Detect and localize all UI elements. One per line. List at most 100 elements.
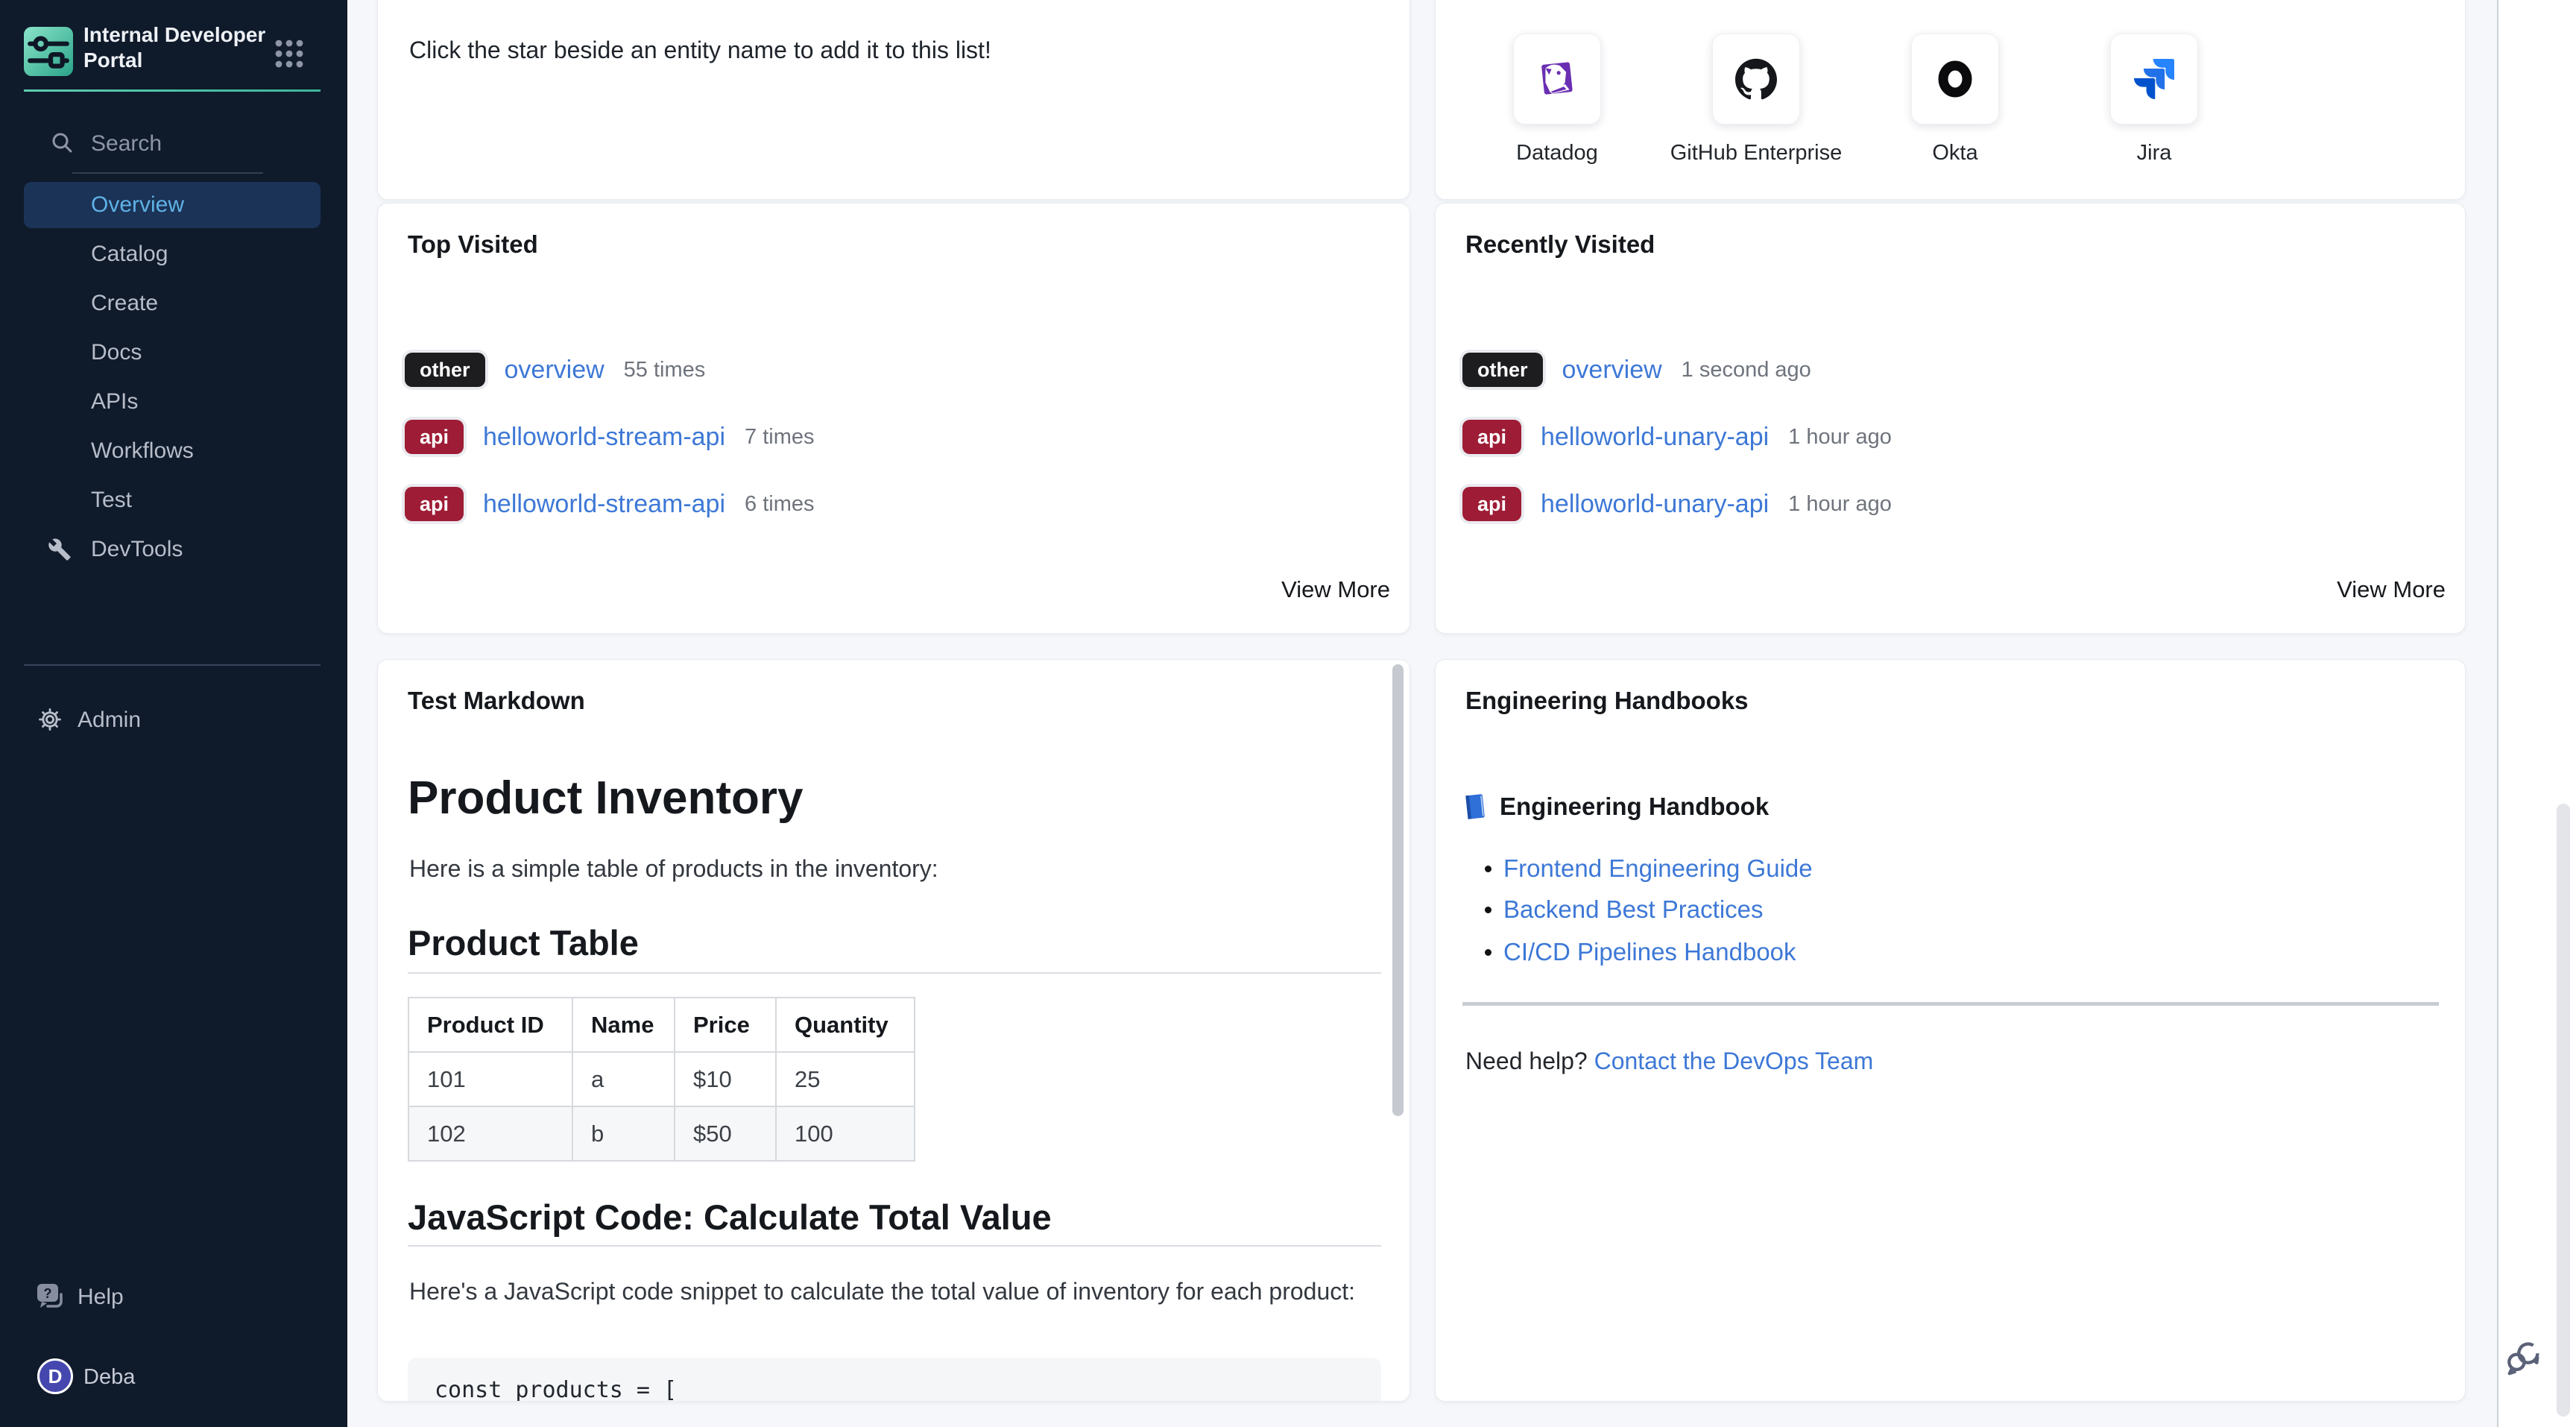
engineering-handbooks-card: Engineering Handbooks Engineering Handbo…: [1435, 659, 2466, 1402]
page-scrollbar[interactable]: [2557, 804, 2570, 1417]
sidebar-item-label: Docs: [91, 340, 142, 365]
sidebar-item-devtools[interactable]: DevTools: [24, 526, 321, 573]
table-cell: b: [572, 1106, 675, 1161]
starred-entities-card: Click the star beside an entity name to …: [377, 0, 1410, 200]
sidebar-item-admin[interactable]: Admin: [24, 696, 321, 745]
visited-row: other overview 1 second ago: [1462, 351, 1811, 388]
jira-icon: [2134, 59, 2174, 99]
card-title: Recently Visited: [1465, 230, 1655, 259]
sidebar-item-workflows[interactable]: Workflows: [24, 428, 321, 474]
table-header: Quantity: [776, 998, 915, 1052]
entity-link[interactable]: overview: [505, 356, 604, 385]
table-row: 101 a $10 25: [408, 1052, 915, 1106]
table-cell: 101: [408, 1052, 572, 1106]
visit-time: 1 second ago: [1682, 358, 1811, 382]
top-visited-card: Top Visited other overview 55 times api …: [377, 203, 1410, 634]
integration-label: GitHub Enterprise: [1652, 141, 1860, 166]
visited-row: api helloworld-stream-api 7 times: [405, 418, 815, 456]
handbook-link[interactable]: Frontend Engineering Guide: [1503, 854, 1813, 883]
sidebar-item-create[interactable]: Create: [24, 280, 321, 327]
card-title: Top Visited: [408, 230, 538, 259]
divider: [408, 972, 1381, 974]
sidebar-item-apis[interactable]: APIs: [24, 379, 321, 425]
table-header: Price: [675, 998, 776, 1052]
divider: [24, 664, 321, 666]
entity-link[interactable]: helloworld-stream-api: [483, 490, 725, 519]
code-text: const products = [: [408, 1358, 1381, 1402]
entity-link[interactable]: helloworld-stream-api: [483, 423, 725, 452]
visit-time: 1 hour ago: [1788, 425, 1892, 450]
entity-link[interactable]: helloworld-unary-api: [1541, 490, 1769, 519]
visited-row: other overview 55 times: [405, 351, 705, 388]
integration-tile-okta[interactable]: [1911, 34, 1999, 125]
sidebar-item-help[interactable]: ? Help: [24, 1273, 321, 1321]
visit-count: 7 times: [745, 425, 814, 450]
recently-visited-card: Recently Visited other overview 1 second…: [1435, 203, 2466, 634]
sidebar-item-label: Test: [91, 488, 132, 513]
sidebar-item-catalog[interactable]: Catalog: [24, 231, 321, 277]
sidebar-item-label: Workflows: [91, 438, 194, 464]
svg-text:?: ?: [44, 1286, 52, 1301]
entity-link[interactable]: overview: [1562, 356, 1662, 385]
card-scrollbar[interactable]: [1392, 664, 1404, 1116]
kind-badge: api: [405, 420, 464, 454]
integration-label: Datadog: [1453, 141, 1661, 166]
integration-tile-github[interactable]: [1712, 34, 1800, 125]
portal-title: Internal Developer Portal: [83, 22, 271, 73]
integration-tile-datadog[interactable]: [1513, 34, 1601, 125]
help-chat-icon: ?: [34, 1281, 67, 1314]
visited-row: api helloworld-stream-api 6 times: [405, 485, 815, 523]
sidebar-item-docs[interactable]: Docs: [24, 330, 321, 376]
visited-row: api helloworld-unary-api 1 hour ago: [1462, 418, 1892, 456]
table-cell: 102: [408, 1106, 572, 1161]
sidebar-item-label: APIs: [91, 389, 138, 415]
portal-logo-icon: [24, 27, 73, 76]
markdown-h1: Product Inventory: [408, 772, 804, 825]
sidebar: Internal Developer Portal Search Overvie…: [0, 0, 347, 1427]
handbook-list-item: Frontend Engineering Guide: [1485, 852, 1813, 885]
product-table: Product ID Name Price Quantity 101 a $10…: [408, 997, 915, 1162]
sidebar-item-user[interactable]: D Deba: [24, 1354, 321, 1400]
apps-grid-icon[interactable]: [273, 37, 306, 70]
integration-tile-jira[interactable]: [2110, 34, 2198, 125]
table-cell: $50: [675, 1106, 776, 1161]
bullet-dot: [1485, 949, 1491, 956]
chat-bubbles-icon[interactable]: [2504, 1338, 2545, 1378]
sidebar-item-overview[interactable]: Overview: [24, 182, 321, 228]
sidebar-item-test[interactable]: Test: [24, 477, 321, 523]
handbook-link[interactable]: CI/CD Pipelines Handbook: [1503, 938, 1796, 966]
book-icon: [1459, 792, 1489, 822]
table-cell: $10: [675, 1052, 776, 1106]
test-markdown-card: Test Markdown Product Inventory Here is …: [377, 659, 1410, 1402]
okta-icon: [1934, 58, 1976, 100]
view-more-button[interactable]: View More: [1281, 576, 1390, 603]
code-block: const products = [: [408, 1358, 1381, 1402]
entity-link[interactable]: helloworld-unary-api: [1541, 423, 1769, 452]
handbook-link[interactable]: Backend Best Practices: [1503, 895, 1764, 924]
table-header: Product ID: [408, 998, 572, 1052]
table-cell: 25: [776, 1052, 915, 1106]
integration-label: Okta: [1851, 141, 2059, 166]
table-header-row: Product ID Name Price Quantity: [408, 998, 915, 1052]
integration-label: Jira: [2050, 141, 2258, 166]
view-more-button[interactable]: View More: [2337, 576, 2446, 603]
handbook-list-item: CI/CD Pipelines Handbook: [1485, 936, 1796, 968]
table-cell: a: [572, 1052, 675, 1106]
bullet-dot: [1485, 866, 1491, 872]
search-icon: [51, 131, 73, 154]
kind-badge: other: [405, 353, 485, 387]
search-input[interactable]: Search: [0, 127, 347, 166]
markdown-h2: JavaScript Code: Calculate Total Value: [408, 1197, 1052, 1238]
visited-row: api helloworld-unary-api 1 hour ago: [1462, 485, 1892, 523]
markdown-paragraph: Here's a JavaScript code snippet to calc…: [409, 1274, 1363, 1308]
divider: [72, 172, 263, 174]
table-header: Name: [572, 998, 675, 1052]
search-placeholder: Search: [91, 131, 162, 157]
handbook-section-title: Engineering Handbook: [1500, 793, 1769, 821]
markdown-h2: Product Table: [408, 922, 639, 963]
sidebar-item-label: Overview: [91, 192, 184, 218]
devops-contact-link[interactable]: Contact the DevOps Team: [1594, 1048, 1874, 1074]
accent-divider: [24, 89, 321, 92]
sidebar-item-label: DevTools: [91, 537, 183, 562]
github-icon: [1735, 58, 1777, 100]
